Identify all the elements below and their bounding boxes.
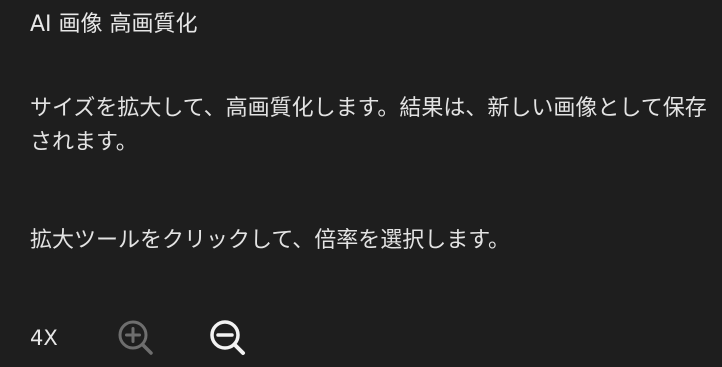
zoom-in-icon <box>118 320 153 355</box>
zoom-level-label: 4X <box>30 326 58 350</box>
panel-description: サイズを拡大して、高画質化します。結果は、新しい画像として保存されます。 <box>30 96 707 155</box>
panel-instruction: 拡大ツールをクリックして、倍率を選択します。 <box>30 228 511 253</box>
zoom-controls: 4X <box>30 316 250 360</box>
zoom-out-icon <box>210 320 245 355</box>
zoom-in-button[interactable] <box>114 316 158 360</box>
panel-title: AI 画像 高画質化 <box>30 12 198 37</box>
upscale-panel: AI 画像 高画質化 サイズを拡大して、高画質化します。結果は、新しい画像として… <box>0 0 722 367</box>
zoom-out-button[interactable] <box>206 316 250 360</box>
